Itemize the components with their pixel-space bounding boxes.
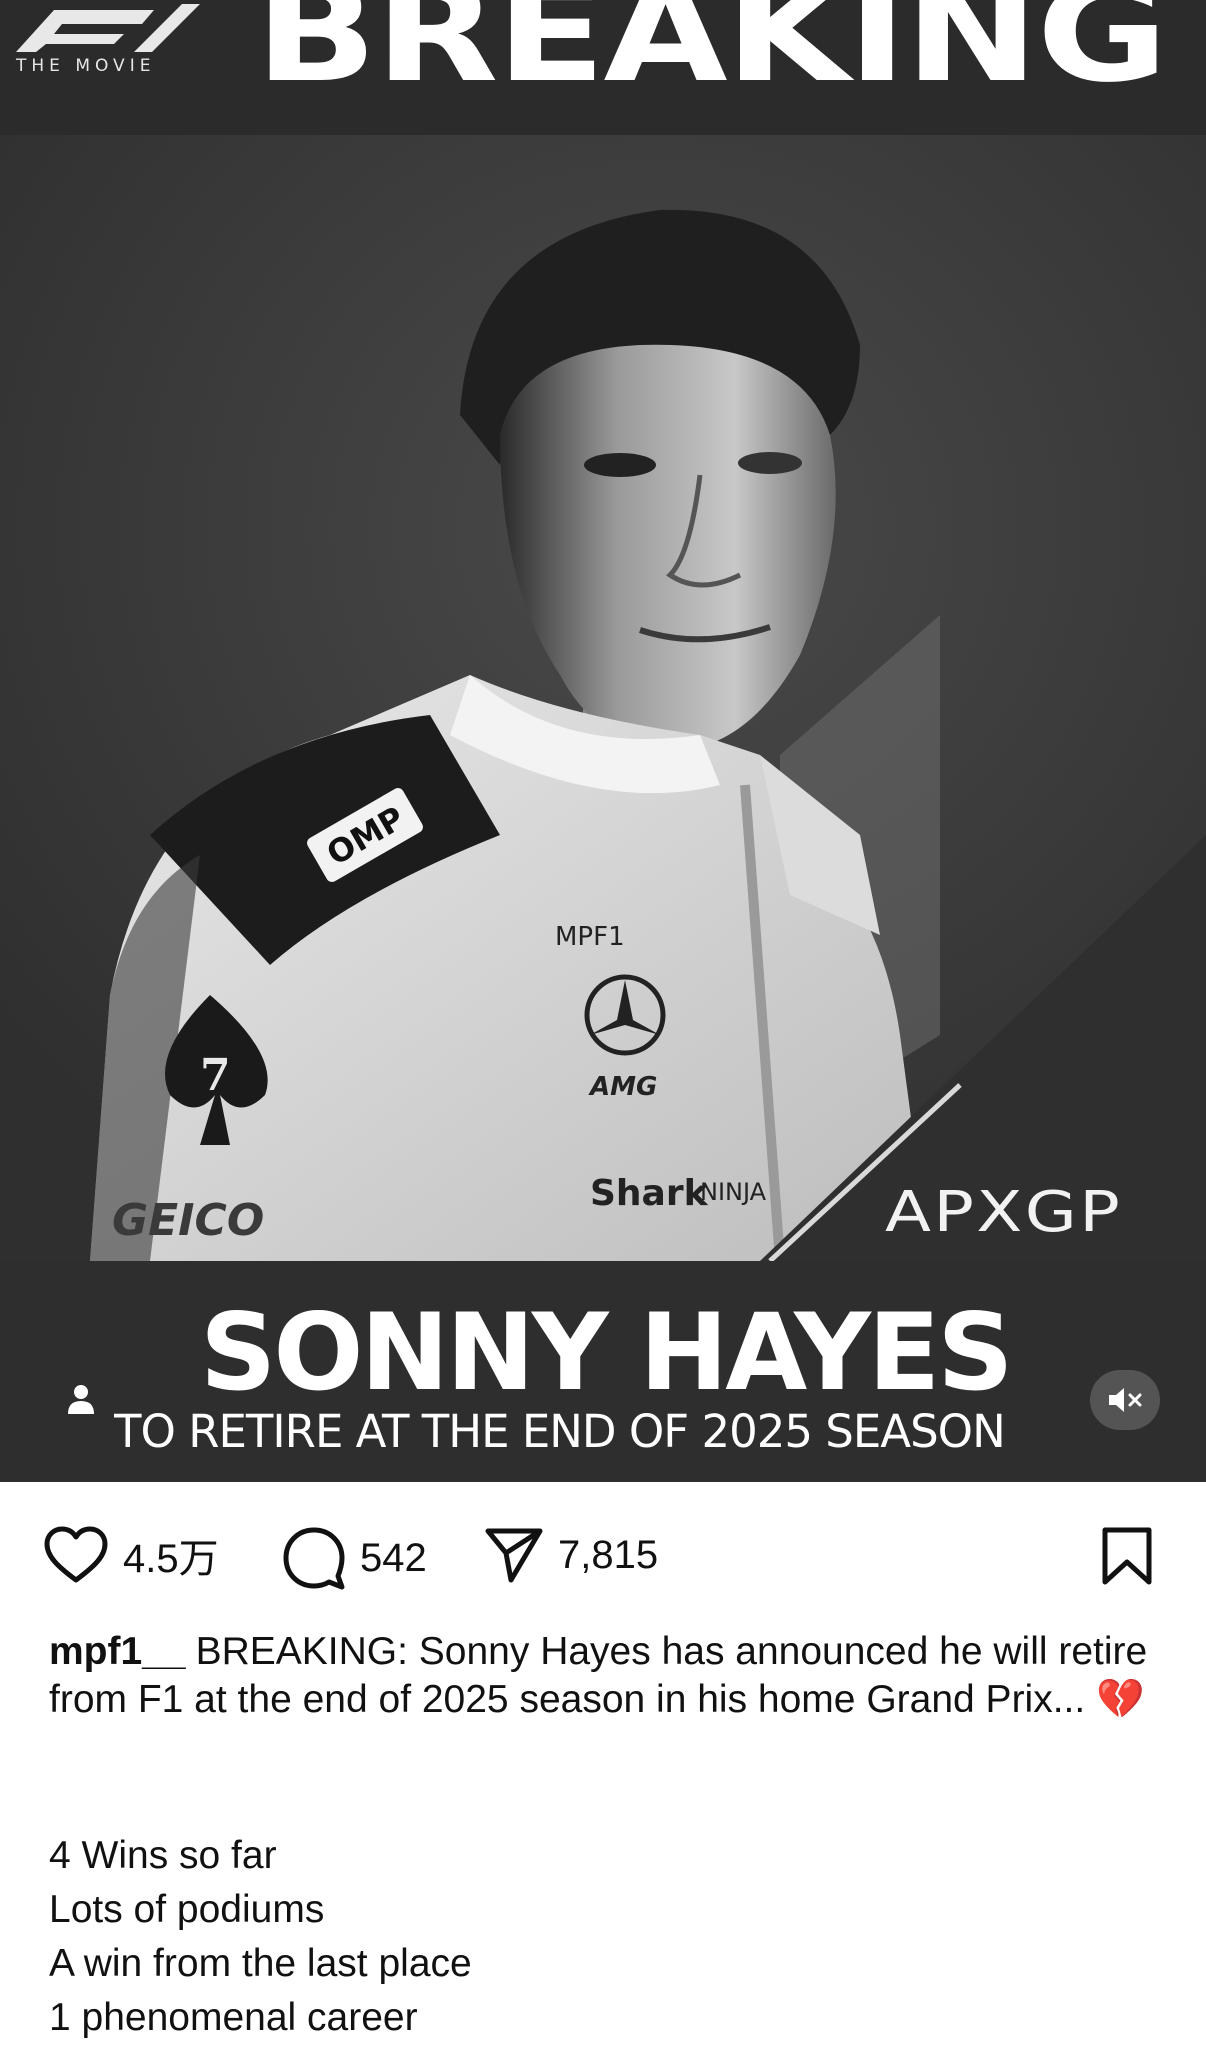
heart-icon[interactable]: [43, 1526, 109, 1584]
caption-line: 1 phenomenal career: [49, 1996, 418, 2039]
svg-text:Shark: Shark: [590, 1173, 709, 1214]
broken-heart-emoji: 💔: [1096, 1678, 1145, 1721]
caption-username[interactable]: mpf1__: [49, 1630, 186, 1673]
caption-line: A win from the last place: [49, 1942, 472, 1985]
logo-subtext: THE MOVIE: [16, 56, 156, 76]
caption-list: 4 Wins so far Lots of podiums A win from…: [49, 1829, 472, 2045]
share-count[interactable]: 7,815: [558, 1533, 658, 1578]
team-logo: APXGP: [885, 1180, 1123, 1245]
svg-text:GEICO: GEICO: [112, 1195, 264, 1246]
share-action[interactable]: 7,815: [484, 1526, 658, 1584]
post-caption: mpf1__ BREAKING: Sonny Hayes has announce…: [49, 1628, 1169, 1724]
post-image[interactable]: THE MOVIE BREAKING OMP MPF1 AMG Shark NI…: [0, 0, 1206, 1482]
svg-text:AMG: AMG: [588, 1072, 657, 1102]
bookmark-icon[interactable]: [1100, 1526, 1154, 1586]
caption-line: 4 Wins so far: [49, 1834, 277, 1877]
speaker-muted-icon: [1109, 1388, 1142, 1412]
like-action[interactable]: 4.5万: [43, 1526, 219, 1584]
comment-count[interactable]: 542: [360, 1536, 427, 1581]
save-action[interactable]: [1100, 1526, 1154, 1586]
driver-portrait: OMP MPF1 AMG Shark NINJA 7 GEICO: [0, 135, 1206, 1261]
svg-text:7: 7: [200, 1050, 231, 1101]
share-icon[interactable]: [484, 1526, 544, 1584]
driver-name: SONNY HAYES: [200, 1291, 1014, 1414]
svg-text:MPF1: MPF1: [555, 922, 625, 952]
headline: BREAKING: [255, 0, 1168, 113]
person-tag-icon[interactable]: [66, 1384, 96, 1416]
mute-button[interactable]: [1090, 1370, 1160, 1430]
announcement-subtitle: TO RETIRE AT THE END OF 2025 SEASON: [114, 1405, 1006, 1458]
caption-text: BREAKING: Sonny Hayes has announced he w…: [49, 1630, 1148, 1721]
svg-text:NINJA: NINJA: [700, 1178, 767, 1206]
like-count[interactable]: 4.5万: [123, 1526, 219, 1584]
caption-line: Lots of podiums: [49, 1888, 325, 1931]
comment-icon[interactable]: [282, 1526, 346, 1590]
comment-action[interactable]: 542: [282, 1526, 427, 1590]
